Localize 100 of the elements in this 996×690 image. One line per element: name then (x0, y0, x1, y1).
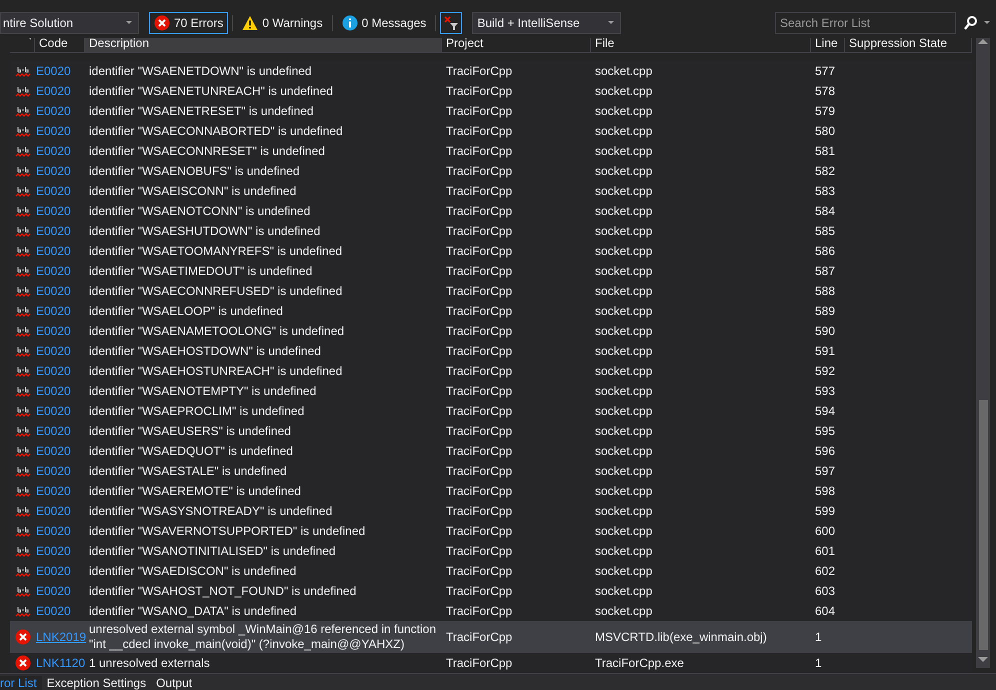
scope-dropdown[interactable]: ntire Solution (0, 12, 139, 34)
description-text: identifier "WSAEISCONN" is undefined (89, 184, 296, 198)
error-code-link[interactable]: E0020 (36, 464, 71, 478)
error-code-link[interactable]: E0020 (36, 284, 71, 298)
panel-tab[interactable]: Exception Settings (42, 676, 152, 690)
panel-tab[interactable]: Output (151, 676, 198, 690)
error-code-link[interactable]: E0020 (36, 104, 71, 118)
search-icon[interactable] (964, 16, 977, 30)
error-code-link[interactable]: E0020 (36, 384, 71, 398)
file-text: socket.cpp (595, 544, 652, 558)
project-text: TraciForCpp (446, 444, 512, 458)
filter-button[interactable]: 0 Messages (336, 12, 432, 34)
project-text: TraciForCpp (446, 64, 512, 78)
error-icon (14, 629, 30, 645)
squiggle-icon (14, 524, 30, 538)
info-icon (342, 14, 358, 30)
error-code-link[interactable]: E0020 (36, 544, 71, 558)
description-text: identifier "WSAHOST_NOT_FOUND" is undefined (89, 584, 356, 598)
squiggle-icon (14, 364, 30, 378)
panel-tab[interactable]: ror List (0, 676, 42, 690)
description-text: identifier "WSASYSNOTREADY" is undefined (89, 504, 332, 518)
description-text: identifier "WSAENETDOWN" is undefined (89, 64, 312, 78)
error-code-link[interactable]: E0020 (36, 144, 71, 158)
description-text: identifier "WSAEHOSTUNREACH" is undefined (89, 364, 342, 378)
error-code-link[interactable]: E0020 (36, 564, 71, 578)
line-number: 592 (815, 364, 836, 378)
column-header[interactable]: Description (85, 38, 442, 52)
error-code-link[interactable]: E0020 (36, 224, 71, 238)
file-text: socket.cpp (595, 484, 652, 498)
file-text: socket.cpp (595, 564, 652, 578)
squiggle-icon (14, 264, 30, 278)
error-code-link[interactable]: E0020 (36, 124, 71, 138)
description-text: 1 unresolved externals (89, 656, 210, 670)
squiggle-icon (14, 384, 30, 398)
error-code-link[interactable]: E0020 (36, 424, 71, 438)
filter-button[interactable]: 0 Warnings (237, 12, 328, 34)
description-text: identifier "WSAENOBUFS" is undefined (89, 164, 300, 178)
error-code-link[interactable]: E0020 (36, 484, 71, 498)
line-number: 603 (815, 584, 836, 598)
error-code-link[interactable]: E0020 (36, 584, 71, 598)
error-code-link[interactable]: E0020 (36, 364, 71, 378)
error-code-link[interactable]: E0020 (36, 304, 71, 318)
file-text: socket.cpp (595, 504, 652, 518)
file-text: socket.cpp (595, 284, 652, 298)
description-text: unresolved external symbol _WinMain@16 referenced in function "int __cdecl invoke_main(void)" (?invoke_main@@YAHXZ) (89, 622, 438, 652)
error-code-link[interactable]: E0020 (36, 64, 71, 78)
squiggle-icon (14, 504, 30, 518)
file-text: socket.cpp (595, 224, 652, 238)
error-code-link[interactable]: E0020 (36, 324, 71, 338)
project-text: TraciForCpp (446, 630, 512, 644)
squiggle-icon (14, 544, 30, 558)
error-code-link[interactable]: E0020 (36, 524, 71, 538)
error-code-link[interactable]: E0020 (36, 264, 71, 278)
line-number: 590 (815, 324, 836, 338)
column-header[interactable]: Line (811, 38, 845, 52)
file-text: socket.cpp (595, 404, 652, 418)
project-text: TraciForCpp (446, 464, 512, 478)
project-text: TraciForCpp (446, 264, 512, 278)
file-text: socket.cpp (595, 424, 652, 438)
squiggle-icon (14, 324, 30, 338)
column-header[interactable]: Suppression State (845, 38, 972, 52)
file-text: socket.cpp (595, 464, 652, 478)
project-text: TraciForCpp (446, 544, 512, 558)
column-header[interactable]: Project (442, 38, 591, 52)
clear-filter-button[interactable] (440, 12, 462, 34)
file-text: socket.cpp (595, 524, 652, 538)
error-code-link[interactable]: E0020 (36, 444, 71, 458)
error-code-link[interactable]: E0020 (36, 184, 71, 198)
source-dropdown[interactable]: Build + IntelliSense (472, 12, 622, 34)
error-code-link[interactable]: E0020 (36, 504, 71, 518)
project-text: TraciForCpp (446, 584, 512, 598)
caret-icon[interactable] (984, 21, 990, 24)
error-code-link[interactable]: LNK1120 (36, 656, 86, 670)
line-number: 597 (815, 464, 836, 478)
scrollbar[interactable] (976, 38, 990, 668)
project-text: TraciForCpp (446, 144, 512, 158)
project-text: TraciForCpp (446, 104, 512, 118)
description-text: identifier "WSAECONNRESET" is undefined (89, 144, 325, 158)
error-code-link[interactable]: E0020 (36, 84, 71, 98)
error-code-link[interactable]: E0020 (36, 404, 71, 418)
squiggle-icon (14, 564, 30, 578)
error-code-link[interactable]: E0020 (36, 204, 71, 218)
project-text: TraciForCpp (446, 164, 512, 178)
project-text: TraciForCpp (446, 656, 512, 670)
error-code-link[interactable]: E0020 (36, 244, 71, 258)
error-icon (154, 14, 170, 30)
file-text: socket.cpp (595, 604, 652, 618)
line-number: 1 (815, 656, 822, 670)
error-code-link[interactable]: E0020 (36, 604, 71, 618)
filter-button[interactable]: 70 Errors (149, 12, 228, 34)
error-code-link[interactable]: E0020 (36, 344, 71, 358)
column-header[interactable]: File (591, 38, 811, 52)
project-text: TraciForCpp (446, 304, 512, 318)
line-number: 600 (815, 524, 836, 538)
search-field[interactable]: Search Error List (775, 12, 956, 34)
project-text: TraciForCpp (446, 524, 512, 538)
file-text: socket.cpp (595, 124, 652, 138)
error-code-link[interactable]: LNK2019 (36, 630, 86, 644)
line-number: 583 (815, 184, 836, 198)
error-code-link[interactable]: E0020 (36, 164, 71, 178)
